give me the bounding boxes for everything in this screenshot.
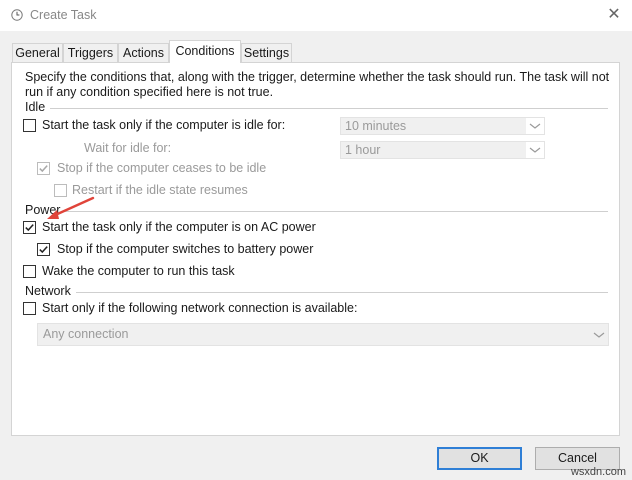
start-if-idle-checkbox[interactable]: [23, 119, 36, 132]
clock-icon: [11, 9, 23, 21]
watermark: wsxdn.com: [570, 466, 626, 478]
wait-duration-value: 1 hour: [345, 143, 381, 157]
checkmark-icon: [39, 246, 48, 254]
wait-for-idle-label: Wait for idle for:: [84, 141, 172, 155]
network-connection-value: Any connection: [43, 327, 129, 341]
window-title: Create Task: [30, 8, 97, 22]
tab-triggers[interactable]: Triggers: [63, 43, 118, 62]
power-separator: [62, 211, 608, 212]
idle-duration-dropdown[interactable]: 10 minutes: [340, 117, 545, 135]
idle-heading: Idle: [25, 100, 46, 114]
tab-settings[interactable]: Settings: [241, 43, 292, 62]
stop-if-ceases-label: Stop if the computer ceases to be idle: [57, 161, 267, 175]
tab-conditions[interactable]: Conditions: [169, 40, 241, 63]
restart-if-resumes-label: Restart if the idle state resumes: [72, 183, 248, 197]
chevron-down-icon: [529, 123, 541, 129]
start-if-idle-label: Start the task only if the computer is i…: [42, 118, 286, 132]
tab-actions[interactable]: Actions: [118, 43, 169, 62]
ok-button[interactable]: OK: [437, 447, 522, 470]
network-connection-dropdown[interactable]: Any connection: [37, 323, 609, 346]
network-heading: Network: [25, 284, 71, 298]
ac-power-checkbox[interactable]: [23, 221, 36, 234]
wake-computer-label: Wake the computer to run this task: [42, 264, 235, 278]
checkmark-icon: [39, 165, 48, 173]
description-line-2: run if any condition specified here is n…: [25, 85, 274, 99]
tab-general[interactable]: General: [12, 43, 63, 62]
checkmark-icon: [25, 224, 34, 232]
chevron-down-icon: [529, 147, 541, 153]
network-condition-label: Start only if the following network conn…: [42, 301, 358, 315]
network-separator: [76, 292, 608, 293]
idle-separator: [50, 108, 608, 109]
close-icon[interactable]: ✕: [602, 4, 626, 26]
stop-if-ceases-checkbox[interactable]: [37, 162, 50, 175]
idle-duration-value: 10 minutes: [345, 119, 407, 133]
wake-computer-checkbox[interactable]: [23, 265, 36, 278]
chevron-down-icon: [593, 332, 605, 338]
description-line-1: Specify the conditions that, along with …: [25, 70, 610, 84]
annotation-arrow-icon: [47, 196, 95, 219]
network-condition-checkbox[interactable]: [23, 302, 36, 315]
battery-stop-label: Stop if the computer switches to battery…: [57, 242, 314, 256]
battery-stop-checkbox[interactable]: [37, 243, 50, 256]
wait-duration-dropdown[interactable]: 1 hour: [340, 141, 545, 159]
